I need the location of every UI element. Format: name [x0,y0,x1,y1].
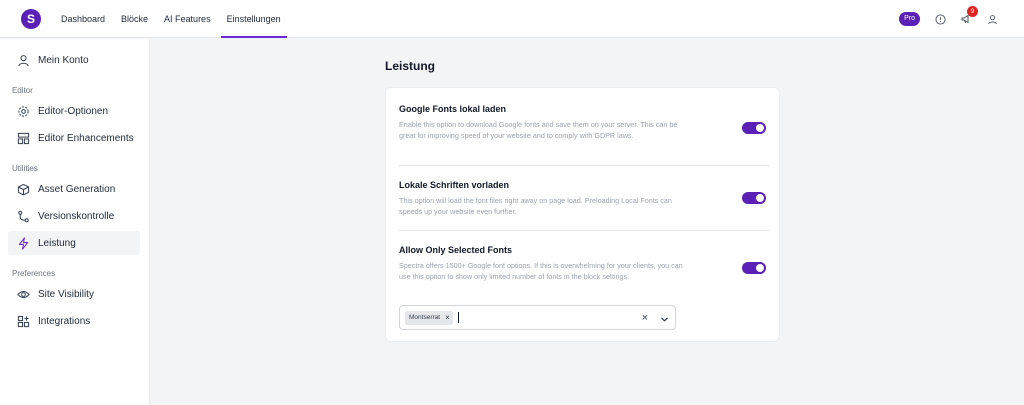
setting-google-fonts-local: Google Fonts lokal laden Enable this opt… [399,104,769,141]
settings-sidebar: Mein Konto Editor Editor-Optionen Editor… [0,39,150,405]
sidebar-item-label: Editor-Optionen [38,105,109,117]
sidebar-item-label: Mein Konto [38,54,89,66]
grid-plus-icon [16,314,30,328]
divider [399,230,769,231]
gear-icon [16,104,30,118]
spectra-logo[interactable]: S [21,8,41,29]
font-multiselect[interactable]: Montserrat × × [399,305,676,330]
nav-einstellungen[interactable]: Einstellungen [220,0,287,38]
sidebar-item-site-visibility[interactable]: Site Visibility [8,282,140,306]
sidebar-item-label: Asset Generation [38,183,116,195]
sidebar-item-label: Editor Enhancements [38,132,134,144]
toggle-knob [756,264,764,272]
sidebar-section-editor: Editor [12,86,33,95]
sidebar-item-label: Versionskontrolle [38,210,115,222]
chevron-down-icon[interactable] [660,313,669,327]
user-icon[interactable] [986,13,998,25]
performance-settings-card: Google Fonts lokal laden Enable this opt… [385,87,780,342]
sidebar-item-label: Leistung [38,237,76,249]
sidebar-item-asset-generation[interactable]: Asset Generation [8,177,140,201]
font-chip: Montserrat × [405,310,453,325]
setting-description: This option will load the font files rig… [399,196,672,216]
setting-title: Lokale Schriften vorladen [399,180,510,190]
notification-badge: 9 [967,6,978,17]
pro-badge[interactable]: Pro [899,12,920,26]
top-header: S Dashboard Blöcke AI Features Einstellu… [0,0,1024,38]
chip-remove-icon[interactable]: × [445,313,450,322]
sidebar-item-versionskontrolle[interactable]: Versionskontrolle [8,204,140,228]
sidebar-item-integrations[interactable]: Integrations [8,309,140,333]
lightning-icon [16,236,30,250]
toggle-knob [756,194,764,202]
help-circle-icon[interactable] [934,13,946,25]
toggle-allow-selected-fonts[interactable] [742,262,766,274]
sidebar-item-editor-optionen[interactable]: Editor-Optionen [8,99,140,123]
text-cursor [457,312,459,323]
sidebar-section-preferences: Preferences [12,269,56,278]
nav-ai-features[interactable]: AI Features [158,0,217,38]
setting-title: Google Fonts lokal laden [399,104,507,114]
clear-icon[interactable]: × [642,312,648,324]
divider [399,165,769,166]
setting-description: Spectra offers 1500+ Google font options… [399,261,683,281]
cube-icon [16,182,30,196]
font-chip-label: Montserrat [409,314,441,321]
sidebar-item-leistung[interactable]: Leistung [8,231,140,255]
toggle-preload-local-fonts[interactable] [742,192,766,204]
sidebar-section-utilities: Utilities [12,164,38,173]
sidebar-item-mein-konto[interactable]: Mein Konto [8,48,140,72]
toggle-google-fonts-local[interactable] [742,122,766,134]
eye-icon [16,287,30,301]
nav-dashboard[interactable]: Dashboard [55,0,111,38]
sidebar-item-label: Integrations [38,315,91,327]
toggle-knob [756,124,764,132]
header-actions: Pro 9 [899,0,998,38]
setting-title: Allow Only Selected Fonts [399,245,513,255]
user-icon [16,53,30,67]
setting-description: Enable this option to download Google fo… [399,120,678,140]
setting-preload-local-fonts: Lokale Schriften vorladen This option wi… [399,180,769,217]
nav-bloecke[interactable]: Blöcke [115,0,154,38]
main-nav: Dashboard Blöcke AI Features Einstellung… [55,0,291,38]
git-branch-icon [16,209,30,223]
sidebar-item-editor-enhancements[interactable]: Editor Enhancements [8,126,140,150]
sidebar-item-label: Site Visibility [38,288,94,300]
layout-icon [16,131,30,145]
setting-allow-selected-fonts: Allow Only Selected Fonts Spectra offers… [399,245,769,282]
megaphone-icon[interactable]: 9 [960,6,978,25]
page-title: Leistung [385,59,435,73]
